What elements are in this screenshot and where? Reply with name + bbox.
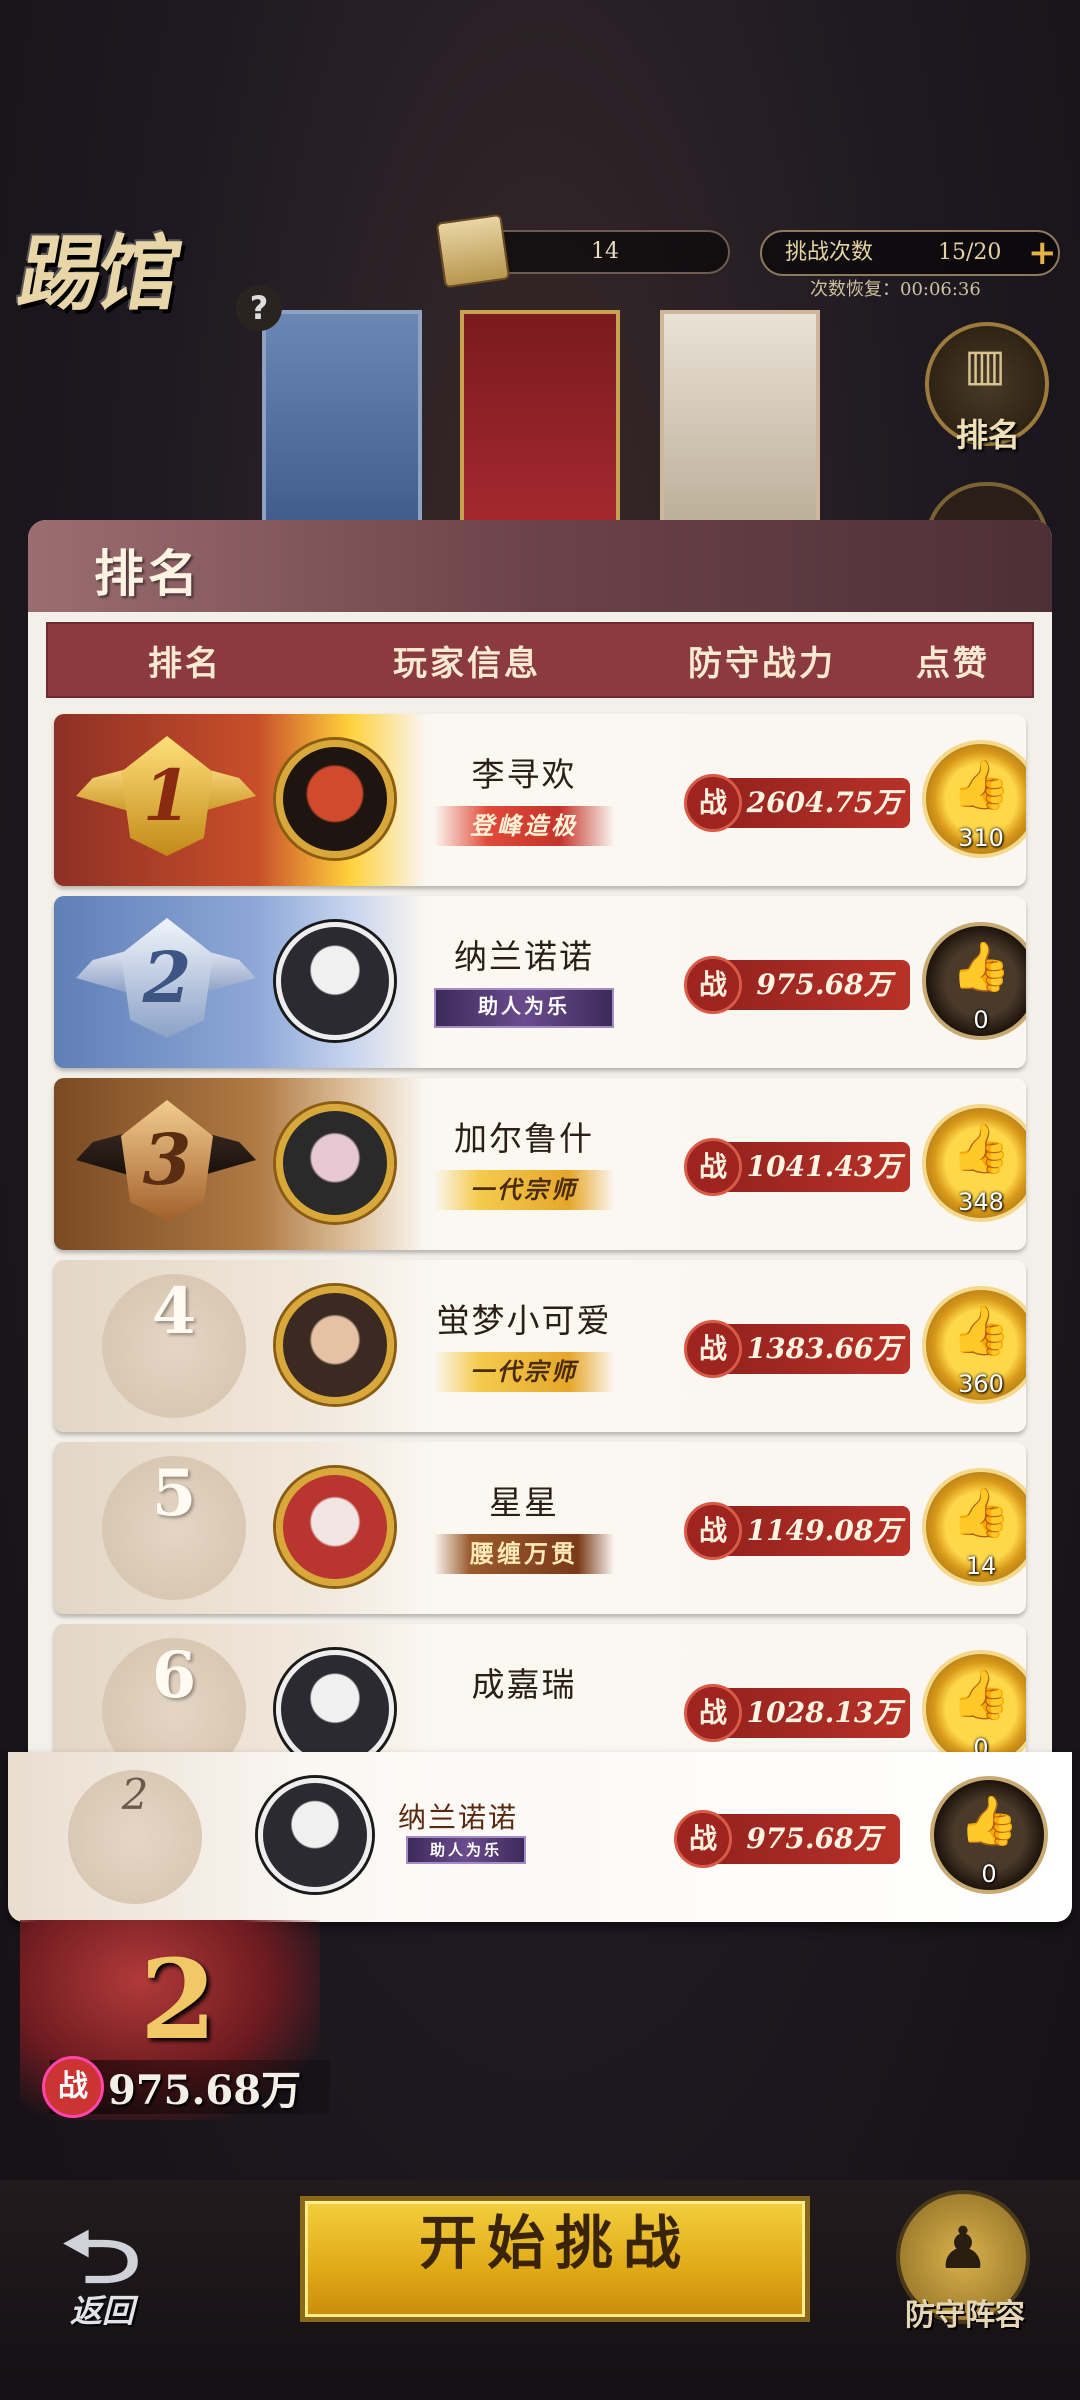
thumbs-up-icon: 👍 [959, 1793, 1019, 1849]
like-count: 0 [973, 1006, 989, 1034]
defense-lineup-label: 防守阵容 [905, 2298, 1025, 2333]
game-screen: 踢馆 ? 14 挑战次数 15/20 + 次数恢复：00:06:36 ▥ 排名 … [0, 0, 1080, 2400]
my-power-display: 975.68万 [108, 2067, 302, 2114]
thumbs-up-icon: 👍 [951, 1121, 1011, 1177]
scroll-icon [435, 213, 511, 289]
like-count: 348 [958, 1188, 1004, 1216]
my-rank-number: 2 [121, 1770, 149, 1819]
power-tag: 战 [684, 1138, 742, 1196]
like-count: 0 [973, 1734, 989, 1752]
player-title-badge: 一代宗师 [434, 1170, 614, 1210]
defense-power-value: 975.68万 [756, 968, 892, 1001]
defense-power-value: 1028.13万 [746, 1696, 902, 1729]
like-count: 310 [958, 824, 1004, 852]
rank-number: 2 [121, 918, 213, 1038]
start-challenge-label: 开始挑战 [418, 2209, 691, 2277]
player-name: 成嘉瑞 [471, 1665, 577, 1704]
player-name: 星星 [489, 1483, 559, 1522]
my-like-count: 0 [981, 1860, 997, 1888]
table-row[interactable]: 5 星星 腰缠万贯 战 1149.08万 👍 14 [54, 1442, 1026, 1614]
thumbs-up-icon: 👍 [951, 757, 1011, 813]
avatar[interactable] [276, 740, 394, 858]
rank-medal-bronze: 3 [76, 1094, 256, 1234]
defense-power-value: 1041.43万 [746, 1150, 902, 1183]
power-tag: 战 [684, 774, 742, 832]
avatar[interactable] [276, 1104, 394, 1222]
power-tag: 战 [684, 1320, 742, 1378]
like-count: 14 [965, 1552, 997, 1580]
column-rank: 排名 [148, 644, 222, 684]
table-row[interactable]: 4 蛍梦小可爱 一代宗师 战 1383.66万 👍 360 [54, 1260, 1026, 1432]
question-icon[interactable]: ? [236, 285, 282, 331]
my-avatar[interactable] [258, 1778, 372, 1892]
bar-chart-icon: ▥ [964, 340, 1006, 391]
rank-banner-1 [460, 310, 620, 530]
challenge-count-label: 挑战次数 [785, 240, 874, 265]
column-likes: 点赞 [916, 644, 990, 684]
thumbs-up-icon: 👍 [951, 1667, 1011, 1723]
avatar[interactable] [276, 1468, 394, 1586]
plus-icon[interactable]: + [1028, 232, 1057, 274]
player-name: 纳兰诺诺 [454, 937, 594, 976]
my-title-badge: 助人为乐 [406, 1836, 526, 1864]
rank-banner-2 [262, 310, 422, 530]
defense-power-value: 1383.66万 [746, 1332, 902, 1365]
current-rank-large: 2 [140, 1935, 217, 2064]
rank-number: 5 [151, 1456, 197, 1531]
rank-banner-3 [660, 310, 820, 530]
player-name: 李寻欢 [471, 755, 577, 794]
rank-number: 4 [151, 1274, 197, 1349]
power-tag: 战 [684, 1502, 742, 1560]
thumbs-up-icon: 👍 [951, 939, 1011, 995]
player-title-badge: 助人为乐 [434, 988, 614, 1028]
rank-number: 6 [151, 1638, 197, 1713]
rank-medal-gold: 1 [76, 730, 256, 870]
thumbs-up-icon: 👍 [951, 1303, 1011, 1359]
person-icon: ♟ [937, 2214, 989, 2282]
my-player-name: 纳兰诺诺 [397, 1801, 518, 1834]
back-label: 返回 [69, 2292, 134, 2330]
avatar[interactable] [276, 1286, 394, 1404]
rank-number: 1 [121, 736, 213, 856]
power-tag: 战 [684, 1684, 742, 1742]
defense-power-value: 1149.08万 [746, 1514, 902, 1547]
table-row[interactable]: 6 成嘉瑞 战 1028.13万 👍 0 [54, 1624, 1026, 1752]
column-player-info: 玩家信息 [393, 644, 541, 684]
table-row[interactable]: 3 加尔鲁什 一代宗师 战 1041.43万 👍 348 [54, 1078, 1026, 1250]
like-count: 360 [958, 1370, 1004, 1398]
player-title-badge: 登峰造极 [434, 806, 614, 846]
rank-medal-silver: 2 [76, 912, 256, 1052]
panel-title: 排名 [94, 544, 202, 603]
ranking-button-label: 排名 [955, 416, 1020, 454]
power-icon: 战 [42, 2056, 104, 2118]
defense-power-value: 2604.75万 [746, 786, 902, 819]
column-defense-power: 防守战力 [688, 644, 836, 684]
power-tag: 战 [684, 956, 742, 1014]
my-defense-power-value: 975.68万 [746, 1822, 882, 1855]
table-row[interactable]: 2 纳兰诺诺 助人为乐 战 975.68万 👍 0 [54, 896, 1026, 1068]
back-arrow-icon: ⮌ [60, 2215, 142, 2299]
ranking-panel: 排名 排名 玩家信息 防守战力 点赞 1 李寻欢 登峰造极 战 2604.75万… [28, 520, 1052, 1752]
power-tag: 战 [674, 1810, 732, 1868]
token-value: 14 [591, 239, 619, 264]
avatar[interactable] [276, 922, 394, 1040]
panel-header: 排名 [28, 520, 1052, 612]
thumbs-up-icon: 👍 [951, 1485, 1011, 1541]
table-row[interactable]: 1 李寻欢 登峰造极 战 2604.75万 👍 310 [54, 714, 1026, 886]
column-header: 排名 玩家信息 防守战力 点赞 [46, 622, 1034, 698]
recover-timer: 次数恢复：00:06:36 [810, 279, 981, 300]
player-title-badge: 一代宗师 [434, 1352, 614, 1392]
player-name: 蛍梦小可爱 [436, 1301, 612, 1340]
challenge-count-value: 15/20 [938, 240, 1002, 265]
player-name: 加尔鲁什 [454, 1119, 594, 1158]
my-rank-row[interactable]: 2 纳兰诺诺 助人为乐 战 975.68万 👍 0 [8, 1752, 1072, 1922]
rank-number: 3 [121, 1100, 213, 1220]
game-mode-logo: 踢馆 [11, 227, 185, 322]
player-title-badge: 腰缠万贯 [434, 1534, 614, 1574]
